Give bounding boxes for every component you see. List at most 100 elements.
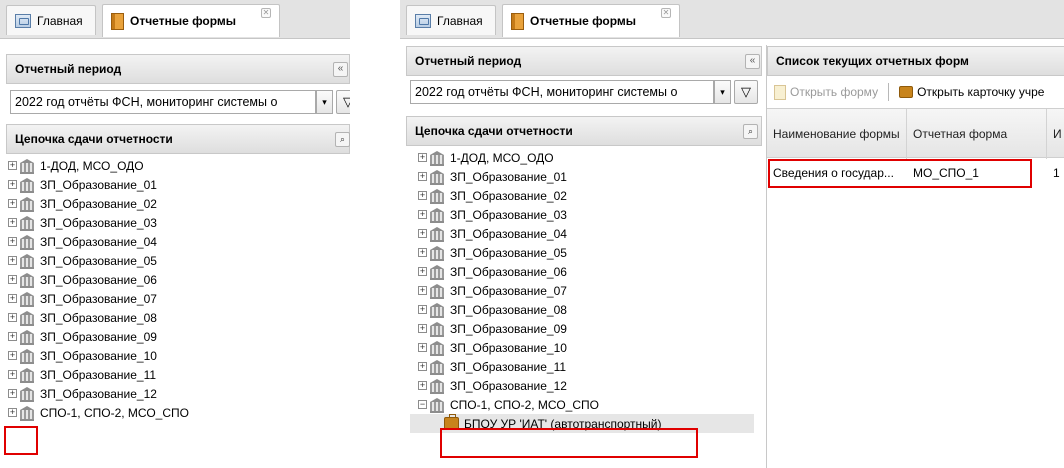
tab-reports[interactable]: Отчетные формы ✕: [502, 4, 680, 37]
expand-icon[interactable]: +: [8, 332, 17, 341]
tab-reports[interactable]: Отчетные формы ✕: [102, 4, 280, 37]
tree-node[interactable]: + ЗП_Образование_03: [418, 205, 754, 224]
expand-icon[interactable]: +: [8, 351, 17, 360]
tree-node[interactable]: + ЗП_Образование_07: [8, 289, 189, 308]
tree-node[interactable]: + ЗП_Образование_05: [418, 243, 754, 262]
tree-node[interactable]: + ЗП_Образование_06: [8, 270, 189, 289]
tree-node[interactable]: + ЗП_Образование_08: [8, 308, 189, 327]
tree-node[interactable]: + ЗП_Образование_03: [8, 213, 189, 232]
expand-icon[interactable]: +: [8, 199, 17, 208]
open-card-button[interactable]: Открыть карточку учре: [895, 85, 1048, 99]
tree-node-label: ЗП_Образование_01: [40, 177, 157, 192]
expand-icon[interactable]: +: [418, 153, 427, 162]
binoculars-icon[interactable]: ⌕: [335, 132, 350, 147]
expand-icon[interactable]: +: [8, 275, 17, 284]
home-icon: [415, 13, 431, 28]
expand-icon[interactable]: +: [8, 313, 17, 322]
tree-node-label: ЗП_Образование_09: [450, 321, 567, 336]
building-icon: [19, 178, 35, 193]
close-tab-icon[interactable]: ✕: [661, 8, 671, 18]
expand-icon[interactable]: +: [418, 267, 427, 276]
chain-panel-header: Цепочка сдачи отчетности ⌕: [406, 116, 762, 146]
tree-node[interactable]: + ЗП_Образование_09: [8, 327, 189, 346]
open-form-button[interactable]: Открыть форму: [770, 84, 882, 100]
tree-node[interactable]: + ЗП_Образование_06: [418, 262, 754, 281]
expand-icon[interactable]: +: [8, 180, 17, 189]
tree-node[interactable]: + ЗП_Образование_08: [418, 300, 754, 319]
expand-icon[interactable]: +: [8, 256, 17, 265]
expand-icon[interactable]: +: [8, 294, 17, 303]
expand-icon[interactable]: +: [8, 161, 17, 170]
period-panel-header: Отчетный период «: [406, 46, 762, 76]
expand-icon[interactable]: +: [418, 172, 427, 181]
expand-icon[interactable]: +: [418, 362, 427, 371]
filter-icon[interactable]: ▽: [734, 80, 758, 104]
tree-node[interactable]: + ЗП_Образование_02: [8, 194, 189, 213]
building-icon: [19, 368, 35, 383]
building-icon: [19, 292, 35, 307]
collapse-left-icon[interactable]: «: [745, 54, 760, 69]
tree-node[interactable]: +1-ДОД, МСО_ОДО: [8, 156, 189, 175]
expand-icon[interactable]: +: [418, 343, 427, 352]
expand-icon[interactable]: +: [8, 370, 17, 379]
tree-node[interactable]: + ЗП_Образование_07: [418, 281, 754, 300]
expand-icon[interactable]: +: [418, 229, 427, 238]
expand-icon[interactable]: +: [418, 324, 427, 333]
expand-icon[interactable]: +: [8, 237, 17, 246]
tree-node[interactable]: + ЗП_Образование_10: [8, 346, 189, 365]
report-book-icon: [511, 12, 524, 30]
tree-node-label: СПО-1, СПО-2, МСО_СПО: [450, 397, 599, 412]
tree-node[interactable]: + ЗП_Образование_01: [8, 175, 189, 194]
tree-node[interactable]: + СПО-1, СПО-2, МСО_СПО: [8, 403, 189, 422]
tree-node[interactable]: + ЗП_Образование_12: [8, 384, 189, 403]
expand-icon[interactable]: +: [8, 218, 17, 227]
expand-icon[interactable]: +: [8, 389, 17, 398]
document-icon: [774, 84, 786, 100]
building-icon: [429, 151, 445, 166]
tree-node-expanded[interactable]: − СПО-1, СПО-2, МСО_СПО: [418, 395, 754, 414]
expand-icon[interactable]: +: [418, 248, 427, 257]
briefcase-icon: [899, 86, 914, 98]
expand-icon[interactable]: +: [418, 305, 427, 314]
expand-icon[interactable]: +: [418, 381, 427, 390]
collapse-left-icon[interactable]: «: [333, 62, 348, 77]
filter-icon[interactable]: ▽: [336, 90, 350, 114]
period-panel-title: Отчетный период: [15, 62, 122, 76]
collapse-icon[interactable]: −: [418, 400, 427, 409]
column-header-form[interactable]: Отчетная форма: [907, 109, 1047, 159]
tree-node[interactable]: + ЗП_Образование_02: [418, 186, 754, 205]
expand-icon[interactable]: +: [418, 191, 427, 200]
tree-node[interactable]: + ЗП_Образование_10: [418, 338, 754, 357]
tree-node[interactable]: + ЗП_Образование_04: [8, 232, 189, 251]
period-dropdown-arrow-icon[interactable]: ▾: [714, 80, 731, 104]
tab-home[interactable]: Главная: [6, 5, 96, 35]
tree-node[interactable]: + ЗП_Образование_05: [8, 251, 189, 270]
forms-panel-title: Список текущих отчетных форм: [776, 54, 969, 68]
tree-node[interactable]: +1-ДОД, МСО_ОДО: [418, 148, 754, 167]
expand-icon[interactable]: +: [8, 408, 17, 417]
tree-node[interactable]: + ЗП_Образование_11: [8, 365, 189, 384]
period-select-value: 2022 год отчёты ФСН, мониторинг системы …: [415, 85, 678, 99]
close-tab-icon[interactable]: ✕: [261, 8, 271, 18]
period-select[interactable]: 2022 год отчёты ФСН, мониторинг системы …: [410, 80, 714, 104]
expand-icon[interactable]: +: [418, 286, 427, 295]
period-select[interactable]: 2022 год отчёты ФСН, мониторинг системы …: [10, 90, 316, 114]
tree-node[interactable]: + ЗП_Образование_09: [418, 319, 754, 338]
tree-node[interactable]: + ЗП_Образование_01: [418, 167, 754, 186]
tree-node-label: ЗП_Образование_03: [450, 207, 567, 222]
tab-home[interactable]: Главная: [406, 5, 496, 35]
expand-icon[interactable]: +: [418, 210, 427, 219]
tree-node[interactable]: + ЗП_Образование_11: [418, 357, 754, 376]
tree-node-label: СПО-1, СПО-2, МСО_СПО: [40, 405, 189, 420]
home-icon: [15, 13, 31, 28]
period-dropdown-arrow-icon[interactable]: ▾: [316, 90, 333, 114]
column-header-label: Отчетная форма: [913, 126, 1008, 141]
cell-extra: 1: [1053, 166, 1060, 180]
column-header-extra[interactable]: И: [1047, 109, 1064, 159]
binoculars-icon[interactable]: ⌕: [743, 124, 758, 139]
chain-tree: +1-ДОД, МСО_ОДО + ЗП_Образование_01 + ЗП_О…: [8, 156, 189, 422]
column-header-name[interactable]: Наименование формы: [767, 109, 907, 159]
tree-node[interactable]: + ЗП_Образование_12: [418, 376, 754, 395]
tree-node[interactable]: + ЗП_Образование_04: [418, 224, 754, 243]
tab-strip: Главная Отчетные формы ✕: [0, 0, 350, 39]
